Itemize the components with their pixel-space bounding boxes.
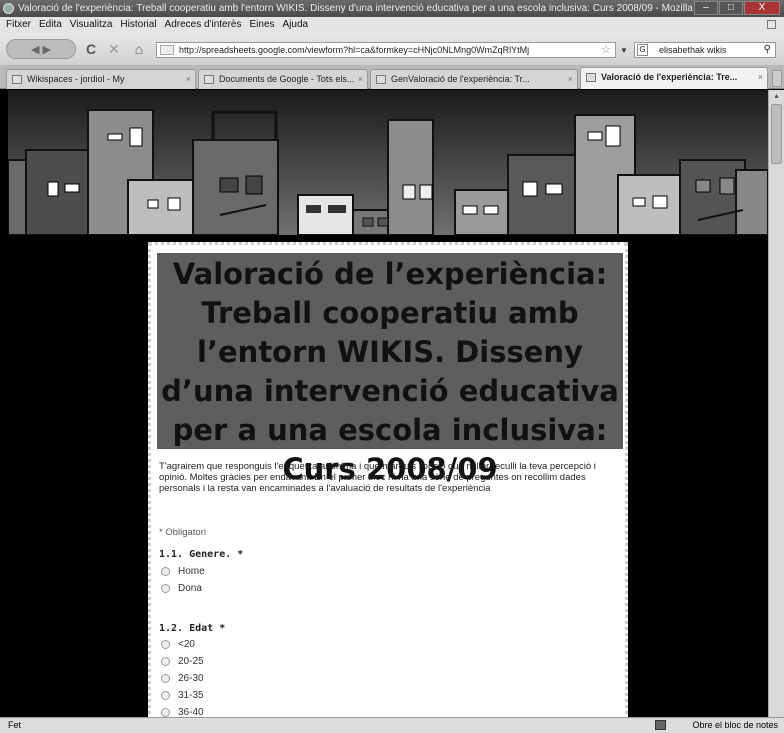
required-note: * Obligatori [159, 527, 206, 538]
option-age-26-30[interactable]: 26-30 [161, 672, 204, 686]
menu-edit[interactable]: Edita [39, 17, 62, 33]
option-home[interactable]: Home [161, 565, 205, 579]
menu-file[interactable]: Fitxer [6, 17, 31, 33]
search-input: elisabethak wikis [659, 45, 727, 55]
option-age-31-35[interactable]: 31-35 [161, 689, 204, 703]
navigation-toolbar: ◀ ▶ C ✕ ⌂ http://spreadsheets.google.com… [0, 33, 784, 65]
bookmark-star-icon[interactable]: ☆ [601, 43, 611, 57]
tab-label: GenValoració de l'experiència: Tr... [391, 74, 530, 84]
radio-button[interactable] [161, 583, 170, 593]
option-label: 26-30 [178, 673, 204, 684]
menu-tools[interactable]: Eines [250, 17, 275, 33]
tab-close-icon[interactable]: × [186, 70, 191, 88]
tab-wikispaces[interactable]: Wikispaces - jordiol - My × [6, 69, 196, 89]
menu-help[interactable]: Ajuda [283, 17, 309, 33]
home-icon: ⌂ [134, 41, 144, 57]
menu-bookmarks[interactable]: Adreces d'interès [165, 17, 242, 33]
tab-label: Wikispaces - jordiol - My [27, 74, 125, 84]
url-text: http://spreadsheets.google.com/viewform?… [179, 45, 530, 55]
search-engine-icon[interactable]: G [637, 44, 648, 56]
site-identity-icon[interactable] [160, 45, 174, 55]
option-label: 36-40 [178, 707, 204, 717]
notepad-icon[interactable] [655, 720, 666, 730]
url-dropdown-icon[interactable]: ▼ [620, 46, 628, 55]
title-bar: Valoració de l'experiència: Treball coop… [0, 0, 784, 17]
radio-button[interactable] [161, 566, 170, 576]
reload-button[interactable]: C [82, 39, 100, 59]
option-label: Home [178, 566, 205, 577]
option-age-20-25[interactable]: 20-25 [161, 655, 204, 669]
status-bar: Fet Obre el bloc de notes [0, 717, 784, 733]
header-banner-illustration [8, 90, 768, 235]
back-forward-button[interactable]: ◀ ▶ [6, 39, 76, 59]
tab-favicon [12, 75, 22, 84]
option-dona[interactable]: Dona [161, 582, 202, 596]
question-age-label: 1.2. Edat * [159, 623, 226, 634]
close-button[interactable]: X [744, 1, 780, 15]
menu-bar: Fitxer Edita Visualitza Historial Adrece… [0, 17, 784, 33]
tab-list-button[interactable] [772, 70, 782, 87]
tab-bar: Wikispaces - jordiol - My × Documents de… [0, 65, 784, 89]
browser-window: Valoració de l'experiència: Treball coop… [0, 0, 784, 733]
option-label: <20 [178, 639, 195, 650]
tab-label: Documents de Google - Tots els... [219, 74, 355, 84]
radio-button[interactable] [161, 656, 170, 666]
reload-icon: C [85, 41, 97, 57]
stop-button[interactable]: ✕ [105, 39, 123, 59]
option-age-36-40[interactable]: 36-40 [161, 706, 204, 717]
firefox-icon [3, 3, 14, 14]
tab-google-docs[interactable]: Documents de Google - Tots els... × [198, 69, 368, 89]
maximize-button[interactable]: □ [719, 1, 743, 15]
home-button[interactable]: ⌂ [128, 39, 150, 59]
tab-favicon [586, 73, 596, 82]
form-description: T'agrairem que responguis l'enquesta anò… [159, 461, 596, 494]
stop-icon: ✕ [108, 41, 120, 57]
status-text: Fet [8, 720, 22, 730]
tab-close-icon[interactable]: × [758, 68, 763, 86]
scroll-up-icon[interactable]: ▲ [773, 93, 780, 100]
form-card: Valoració de l’experiència: Treball coop… [148, 242, 628, 717]
back-arrow-icon: ◀ ▶ [31, 44, 51, 56]
tab-label: Valoració de l'experiència: Tre... [601, 72, 738, 82]
scrollbar-thumb[interactable] [771, 104, 782, 164]
window-title: Valoració de l'experiència: Treball coop… [18, 3, 722, 14]
option-label: 31-35 [178, 690, 204, 701]
tab-close-icon[interactable]: × [568, 70, 573, 88]
radio-button[interactable] [161, 707, 170, 717]
menu-view[interactable]: Visualitza [70, 17, 113, 33]
question-gender-label: 1.1. Genere. * [159, 549, 244, 560]
open-notepad-link[interactable]: Obre el bloc de notes [692, 718, 778, 733]
menu-history[interactable]: Historial [120, 17, 156, 33]
option-age-lt20[interactable]: <20 [161, 638, 195, 652]
tab-favicon [204, 75, 214, 84]
page-content: Valoració de l’experiència: Treball coop… [8, 90, 768, 717]
radio-button[interactable] [161, 673, 170, 683]
form-title: Valoració de l’experiència: Treball coop… [157, 253, 623, 486]
window-controls: – □ X [693, 1, 780, 15]
radio-button[interactable] [161, 690, 170, 700]
vertical-scrollbar[interactable]: ▲ [768, 90, 784, 717]
minimize-button[interactable]: – [694, 1, 718, 15]
tab-close-icon[interactable]: × [358, 70, 363, 88]
search-bar[interactable]: G elisabethak wikis ⚲ [634, 42, 776, 58]
restore-square-icon[interactable] [767, 20, 776, 29]
search-icon[interactable]: ⚲ [764, 43, 771, 57]
tab-gen-valoracio[interactable]: GenValoració de l'experiència: Tr... × [370, 69, 578, 89]
option-label: 20-25 [178, 656, 204, 667]
radio-button[interactable] [161, 639, 170, 649]
tab-favicon [376, 75, 386, 84]
url-bar[interactable]: http://spreadsheets.google.com/viewform?… [156, 42, 616, 58]
tab-valoracio-active[interactable]: Valoració de l'experiència: Tre... × [580, 67, 768, 89]
option-label: Dona [178, 583, 202, 594]
